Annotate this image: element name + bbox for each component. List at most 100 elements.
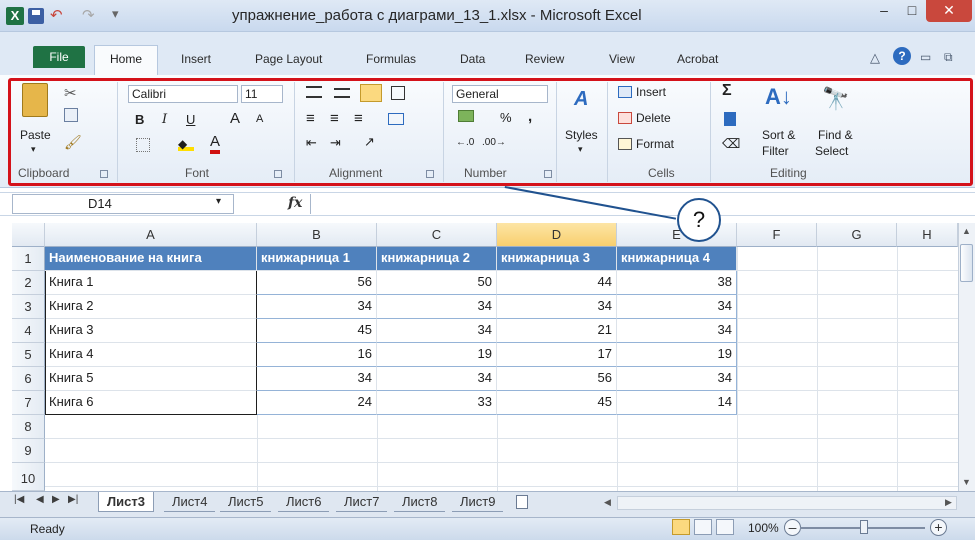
table-cell[interactable]: Книга 2 (45, 295, 257, 319)
tab-page-layout[interactable]: Page Layout (255, 52, 322, 66)
table-header-cell[interactable]: книжарница 4 (617, 247, 737, 271)
table-cell[interactable]: 45 (497, 391, 617, 415)
scroll-right-icon[interactable]: ▶ (945, 497, 952, 508)
row-header[interactable]: 9 (12, 439, 45, 463)
column-header-f[interactable]: F (737, 223, 817, 247)
tab-file[interactable]: File (33, 46, 85, 68)
table-cell[interactable]: 24 (257, 391, 377, 415)
minimize-ribbon-icon[interactable]: △ (870, 50, 880, 66)
table-cell[interactable]: 44 (497, 271, 617, 295)
insert-function-button[interactable]: fx (288, 195, 302, 211)
table-cell[interactable]: 34 (377, 319, 497, 343)
maximize-button[interactable]: □ (898, 0, 926, 22)
row-header[interactable]: 10 (12, 463, 45, 491)
table-cell[interactable]: Книга 3 (45, 319, 257, 343)
row-header[interactable]: 2 (12, 271, 45, 295)
sheet-tab[interactable]: Лист9 (452, 492, 504, 512)
sheet-tab[interactable]: Лист4 (164, 492, 216, 512)
table-cell[interactable]: 34 (257, 295, 377, 319)
column-header-b[interactable]: B (257, 223, 377, 247)
table-cell[interactable]: 17 (497, 343, 617, 367)
page-layout-view-button[interactable] (694, 519, 712, 535)
sheet-tab-active[interactable]: Лист3 (98, 492, 154, 512)
table-cell[interactable]: 50 (377, 271, 497, 295)
table-header-cell[interactable]: Наименование на книга (45, 247, 257, 271)
row-header[interactable]: 6 (12, 367, 45, 391)
vertical-scroll-thumb[interactable] (960, 244, 973, 282)
column-header-a[interactable]: A (45, 223, 257, 247)
zoom-level[interactable]: 100% (748, 521, 779, 535)
scroll-down-icon[interactable]: ▼ (962, 477, 971, 487)
row-header[interactable]: 3 (12, 295, 45, 319)
customize-qat-icon[interactable]: ▾ (112, 6, 119, 22)
table-cell[interactable]: 34 (617, 319, 737, 343)
table-cell[interactable]: Книга 6 (45, 391, 257, 415)
next-sheet-icon[interactable]: ▶ (52, 494, 60, 505)
save-icon[interactable] (28, 8, 44, 24)
row-header[interactable]: 1 (12, 247, 45, 271)
restore-down-icon[interactable]: ⧉ (944, 50, 953, 65)
name-box[interactable]: D14 (12, 194, 234, 214)
column-header-h[interactable]: H (897, 223, 958, 247)
table-cell[interactable]: 45 (257, 319, 377, 343)
table-cell[interactable]: 16 (257, 343, 377, 367)
first-sheet-icon[interactable]: |◀ (14, 494, 24, 505)
table-cell[interactable]: 56 (257, 271, 377, 295)
close-button[interactable]: ✕ (926, 0, 972, 22)
tab-home[interactable]: Home (94, 45, 158, 75)
table-cell[interactable]: Книга 1 (45, 271, 257, 295)
tab-acrobat[interactable]: Acrobat (677, 52, 718, 66)
table-cell[interactable]: Книга 5 (45, 367, 257, 391)
table-header-cell[interactable]: книжарница 2 (377, 247, 497, 271)
sheet-tab[interactable]: Лист6 (278, 492, 330, 512)
table-cell[interactable]: 34 (377, 367, 497, 391)
zoom-out-button[interactable]: – (784, 519, 801, 536)
table-cell[interactable]: 56 (497, 367, 617, 391)
table-cell[interactable]: 34 (617, 367, 737, 391)
undo-icon[interactable]: ↶ (50, 6, 63, 24)
sheet-tab[interactable]: Лист8 (394, 492, 446, 512)
row-header[interactable]: 4 (12, 319, 45, 343)
scroll-left-icon[interactable]: ◀ (604, 497, 611, 508)
tab-data[interactable]: Data (460, 52, 485, 66)
redo-icon[interactable]: ↷ (82, 6, 95, 24)
row-header[interactable]: 8 (12, 415, 45, 439)
tab-formulas[interactable]: Formulas (366, 52, 416, 66)
help-icon[interactable]: ? (893, 47, 911, 65)
table-cell[interactable]: 34 (257, 367, 377, 391)
column-header-g[interactable]: G (817, 223, 897, 247)
excel-logo-icon[interactable]: X (6, 7, 24, 25)
normal-view-button[interactable] (672, 519, 690, 535)
table-cell[interactable]: 19 (377, 343, 497, 367)
prev-sheet-icon[interactable]: ◀ (36, 494, 44, 505)
sheet-tab[interactable]: Лист7 (336, 492, 388, 512)
table-cell[interactable]: 21 (497, 319, 617, 343)
table-cell[interactable]: 33 (377, 391, 497, 415)
insert-sheet-icon[interactable] (516, 495, 528, 509)
column-header-d[interactable]: D (497, 223, 617, 247)
table-header-cell[interactable]: книжарница 3 (497, 247, 617, 271)
table-cell[interactable]: Книга 4 (45, 343, 257, 367)
row-header[interactable]: 7 (12, 391, 45, 415)
table-cell[interactable]: 34 (617, 295, 737, 319)
select-all-corner[interactable] (12, 223, 45, 247)
tab-review[interactable]: Review (525, 52, 564, 66)
last-sheet-icon[interactable]: ▶| (68, 494, 78, 505)
scroll-up-icon[interactable]: ▲ (962, 226, 971, 236)
table-header-cell[interactable]: книжарница 1 (257, 247, 377, 271)
tab-insert[interactable]: Insert (181, 52, 211, 66)
restore-window-icon[interactable]: ▭ (920, 50, 931, 64)
zoom-in-button[interactable]: + (930, 519, 947, 536)
horizontal-scrollbar[interactable] (617, 496, 957, 510)
name-box-dropdown-icon[interactable]: ▾ (216, 196, 221, 207)
zoom-slider-thumb[interactable] (860, 520, 868, 534)
table-cell[interactable]: 38 (617, 271, 737, 295)
row-header[interactable]: 5 (12, 343, 45, 367)
table-cell[interactable]: 34 (497, 295, 617, 319)
column-header-c[interactable]: C (377, 223, 497, 247)
tab-view[interactable]: View (609, 52, 635, 66)
page-break-view-button[interactable] (716, 519, 734, 535)
minimize-button[interactable]: – (870, 0, 898, 22)
table-cell[interactable]: 14 (617, 391, 737, 415)
table-cell[interactable]: 34 (377, 295, 497, 319)
